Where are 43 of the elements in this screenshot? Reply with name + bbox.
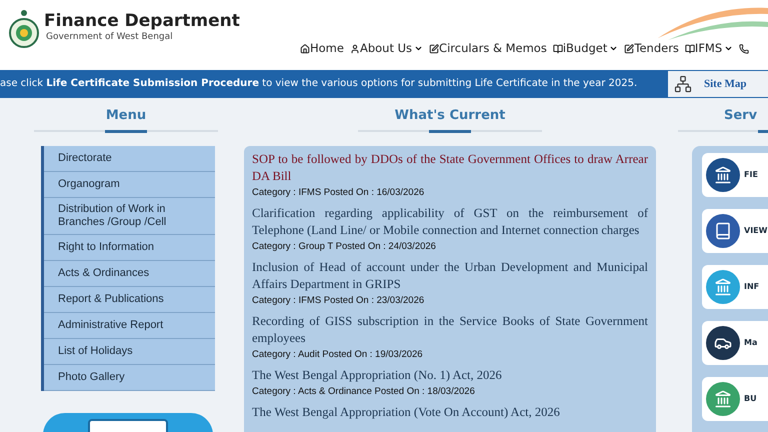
service-card[interactable]: FIE <box>702 152 768 196</box>
service-card[interactable]: Ma <box>702 320 768 364</box>
news-meta: Category : Group T Posted On : 24/03/2026 <box>252 240 437 254</box>
service-card[interactable]: VIEW <box>702 208 768 252</box>
news-meta: Category : Audit Posted On : 19/03/2026 <box>252 348 424 362</box>
news-title-link[interactable]: Inclusion of Head of account under the Urban Development and Municipal Affairs Department in GRIPS <box>252 258 648 292</box>
menu-item[interactable]: Administrative Report <box>44 312 215 338</box>
service-label: INF <box>744 280 760 292</box>
news-heading: What's Current <box>394 107 506 125</box>
news-title-link[interactable]: The West Bengal Appropriation (No. 1) Act, 2026 <box>252 366 648 384</box>
news-meta: Category : IFMS Posted On : 23/03/2026 <box>252 294 426 308</box>
menu-heading: Menu <box>106 107 146 125</box>
menu-item[interactable]: Photo Gallery <box>44 364 215 390</box>
banner-text: ase click Life Certificate Submission Procedure to view the various options for submitting Life Certificate in the year 2025. <box>0 77 638 91</box>
nav-link[interactable]: About Us <box>350 40 412 58</box>
service-label: BU <box>744 392 757 404</box>
news-meta: Category : Acts & Ordinance Posted On : 18/03/2026 <box>252 384 476 398</box>
menu-item[interactable]: Report & Publications <box>44 286 215 312</box>
site-title: Finance Department <box>44 11 240 32</box>
site-subtitle: Government of West Bengal <box>45 31 174 44</box>
services-heading: Serv <box>724 107 758 125</box>
service-label: VIEW <box>744 224 768 236</box>
news-title-link[interactable]: Clarification regarding applicability of GST on the reimbursement of Telephone (Land Line/ or Mobile connection and Internet connection charges <box>252 204 648 238</box>
menu-item[interactable]: Directorate <box>44 146 215 172</box>
service-card[interactable]: INF <box>702 264 768 308</box>
site-map-link[interactable]: Site Map <box>668 71 768 97</box>
news-title-link[interactable]: SOP to be followed by DDOs of the State Government Offices to draw Arrear DA Bill <box>252 150 648 184</box>
news-meta: Category : IFMS Posted On : 16/03/2026 <box>252 186 426 200</box>
news-title-link[interactable]: The West Bengal Appropriation (Vote On Account) Act, 2026 <box>252 404 648 420</box>
service-label: Ma <box>744 336 758 348</box>
nav-link[interactable]: Tenders <box>624 40 679 58</box>
menu-item[interactable]: Right to Information <box>44 234 215 260</box>
news-title-link[interactable]: Recording of GISS subscription in the Service Books of State Government employees <box>252 312 648 346</box>
menu-item[interactable]: Acts & Ordinances <box>44 260 215 286</box>
service-card[interactable]: BU <box>702 376 768 420</box>
menu-item[interactable]: Organogram <box>44 172 215 198</box>
nav-link[interactable]: Home <box>300 40 344 58</box>
nav-link[interactable]: iBudget <box>552 40 608 58</box>
menu-item[interactable]: List of Holidays <box>44 338 215 364</box>
nav-link[interactable]: Circulars & Memos <box>429 40 547 58</box>
service-label: FIE <box>744 168 758 180</box>
menu-item[interactable]: Distribution of Work in Branches /Group /Cell <box>44 198 215 234</box>
nav-link[interactable]: IFMS <box>684 40 722 58</box>
